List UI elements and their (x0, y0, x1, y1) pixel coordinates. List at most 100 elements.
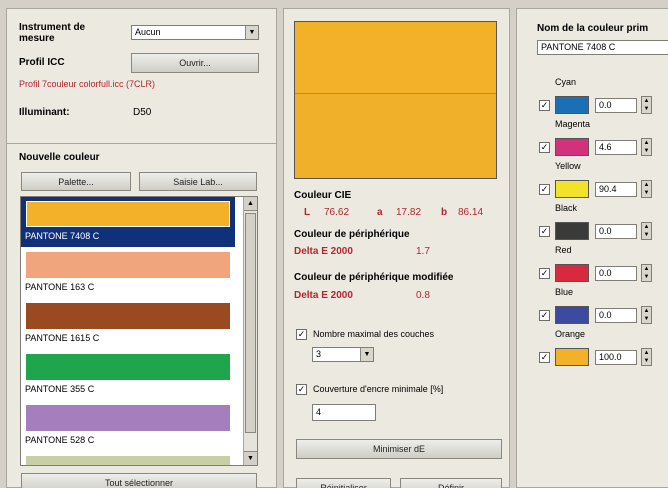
channel-swatch (555, 264, 589, 282)
channel-spinner[interactable]: ▲ ▼ (641, 306, 652, 324)
channel-spinner[interactable]: ▲ ▼ (641, 222, 652, 240)
channel-spinner[interactable]: ▲ ▼ (641, 138, 652, 156)
channel-checkbox[interactable]: ✓ (539, 184, 550, 195)
device-modified-title: Couleur de périphérique modifiée (294, 272, 454, 283)
instrument-panel: Instrument de mesure Aucun ▼ Profil ICC … (6, 8, 277, 145)
channel-swatch (555, 180, 589, 198)
channel-checkbox[interactable]: ✓ (539, 352, 550, 363)
device-modified-delta-value: 0.8 (416, 290, 430, 301)
channel-value-input[interactable]: 0.0 (595, 224, 637, 239)
color-name: PANTONE 7408 C (25, 231, 100, 241)
channel-label: Orange (555, 329, 586, 339)
device-modified-delta-label: Delta E 2000 (294, 290, 353, 301)
minimize-de-button[interactable]: Minimiser dE (296, 439, 502, 459)
channel-label: Magenta (555, 119, 591, 129)
channel-swatch (555, 348, 589, 366)
channel-row-cyan: Cyan ✓ 0.0 ▲ ▼ (517, 73, 668, 115)
channel-label: Black (555, 203, 578, 213)
instrument-select[interactable]: Aucun ▼ (131, 25, 259, 40)
device-delta-label: Delta E 2000 (294, 246, 353, 257)
channel-checkbox[interactable]: ✓ (539, 268, 550, 279)
channel-spinner[interactable]: ▲ ▼ (641, 264, 652, 282)
color-name: PANTONE 163 C (25, 282, 95, 292)
list-item[interactable] (21, 452, 235, 465)
channel-label: Yellow (555, 161, 581, 171)
open-profile-button[interactable]: Ouvrir... (131, 53, 259, 73)
instrument-label: Instrument de mesure (19, 22, 86, 44)
channel-swatch (555, 138, 589, 156)
color-list[interactable]: PANTONE 7408 C PANTONE 163 C PANTONE 161… (20, 196, 258, 466)
scroll-up-icon[interactable]: ▲ (244, 197, 257, 211)
color-swatch (26, 252, 230, 278)
color-swatch (26, 303, 230, 329)
preview-target-color (295, 22, 496, 94)
color-swatch (26, 354, 230, 380)
channel-checkbox[interactable]: ✓ (539, 226, 550, 237)
instrument-select-value: Aucun (135, 27, 161, 37)
channel-value-input[interactable]: 0.0 (595, 98, 637, 113)
lab-entry-button[interactable]: Saisie Lab... (139, 172, 257, 191)
profile-name: Profil 7couleur colorfull.icc (7CLR) (19, 79, 156, 89)
max-layers-checkbox[interactable]: ✓ (296, 329, 307, 340)
channel-value-input[interactable]: 0.0 (595, 266, 637, 281)
icc-profile-label: Profil ICC (19, 57, 65, 68)
channel-label: Blue (555, 287, 574, 297)
cie-b-label: b (441, 207, 448, 218)
channel-value-input[interactable]: 100.0 (595, 350, 637, 365)
color-swatch (26, 201, 230, 227)
list-scrollbar[interactable]: ▲ ▼ (243, 197, 257, 465)
color-name: PANTONE 355 C (25, 384, 95, 394)
device-delta-value: 1.7 (416, 246, 430, 257)
chevron-down-icon: ▼ (360, 348, 373, 361)
channel-label: Cyan (555, 77, 577, 87)
define-button[interactable]: Définir (400, 478, 502, 488)
cie-a-label: a (377, 207, 383, 218)
list-item[interactable]: PANTONE 1615 C (21, 299, 235, 349)
color-name: PANTONE 528 C (25, 435, 95, 445)
channel-checkbox[interactable]: ✓ (539, 100, 550, 111)
preview-device-color (295, 94, 496, 178)
list-item[interactable]: PANTONE 528 C (21, 401, 235, 451)
cie-l-value: 76.62 (324, 207, 350, 218)
channel-swatch (555, 222, 589, 240)
list-item[interactable]: PANTONE 355 C (21, 350, 235, 400)
min-coverage-input[interactable]: 4 (312, 404, 376, 421)
channel-row-red: Red ✓ 0.0 ▲ ▼ (517, 241, 668, 283)
list-item[interactable]: PANTONE 7408 C (21, 197, 235, 247)
channel-value-input[interactable]: 4.6 (595, 140, 637, 155)
preview-panel: Couleur CIE L 76.62 a 17.82 b 86.14 Coul… (283, 8, 510, 488)
channel-swatch (555, 96, 589, 114)
channel-value-input[interactable]: 90.4 (595, 182, 637, 197)
color-preview (294, 21, 497, 179)
channel-row-blue: Blue ✓ 0.0 ▲ ▼ (517, 283, 668, 325)
channel-spinner[interactable]: ▲ ▼ (641, 180, 652, 198)
channel-value-input[interactable]: 0.0 (595, 308, 637, 323)
scroll-thumb[interactable] (245, 213, 256, 433)
reset-button[interactable]: Réinitialiser (296, 478, 391, 488)
channel-spinner[interactable]: ▲ ▼ (641, 96, 652, 114)
chevron-down-icon: ▼ (245, 26, 258, 39)
scroll-down-icon[interactable]: ▼ (244, 451, 257, 465)
channel-label: Red (555, 245, 572, 255)
new-color-title: Nouvelle couleur (19, 152, 100, 163)
channel-checkbox[interactable]: ✓ (539, 310, 550, 321)
min-coverage-checkbox[interactable]: ✓ (296, 384, 307, 395)
primary-name-input[interactable]: PANTONE 7408 C (537, 40, 668, 55)
cie-b-value: 86.14 (458, 207, 484, 218)
max-layers-value: 3 (316, 349, 322, 359)
channel-spinner[interactable]: ▲ ▼ (641, 348, 652, 366)
channel-checkbox[interactable]: ✓ (539, 142, 550, 153)
max-layers-label: Nombre maximal des couches (313, 329, 435, 339)
palette-button[interactable]: Palette... (21, 172, 131, 191)
max-layers-select[interactable]: 3 ▼ (312, 347, 374, 362)
cie-l-label: L (304, 207, 311, 218)
list-item[interactable]: PANTONE 163 C (21, 248, 235, 298)
color-swatch (26, 405, 230, 431)
primary-name-label: Nom de la couleur prim (537, 23, 649, 34)
min-coverage-label: Couverture d'encre minimale [%] (313, 384, 444, 394)
channel-row-black: Black ✓ 0.0 ▲ ▼ (517, 199, 668, 241)
color-swatch (26, 456, 230, 465)
channels-panel: Nom de la couleur prim PANTONE 7408 C Cy… (516, 8, 668, 488)
illuminant-label: Illuminant: (19, 107, 70, 118)
select-all-button[interactable]: Tout sélectionner (21, 473, 257, 488)
